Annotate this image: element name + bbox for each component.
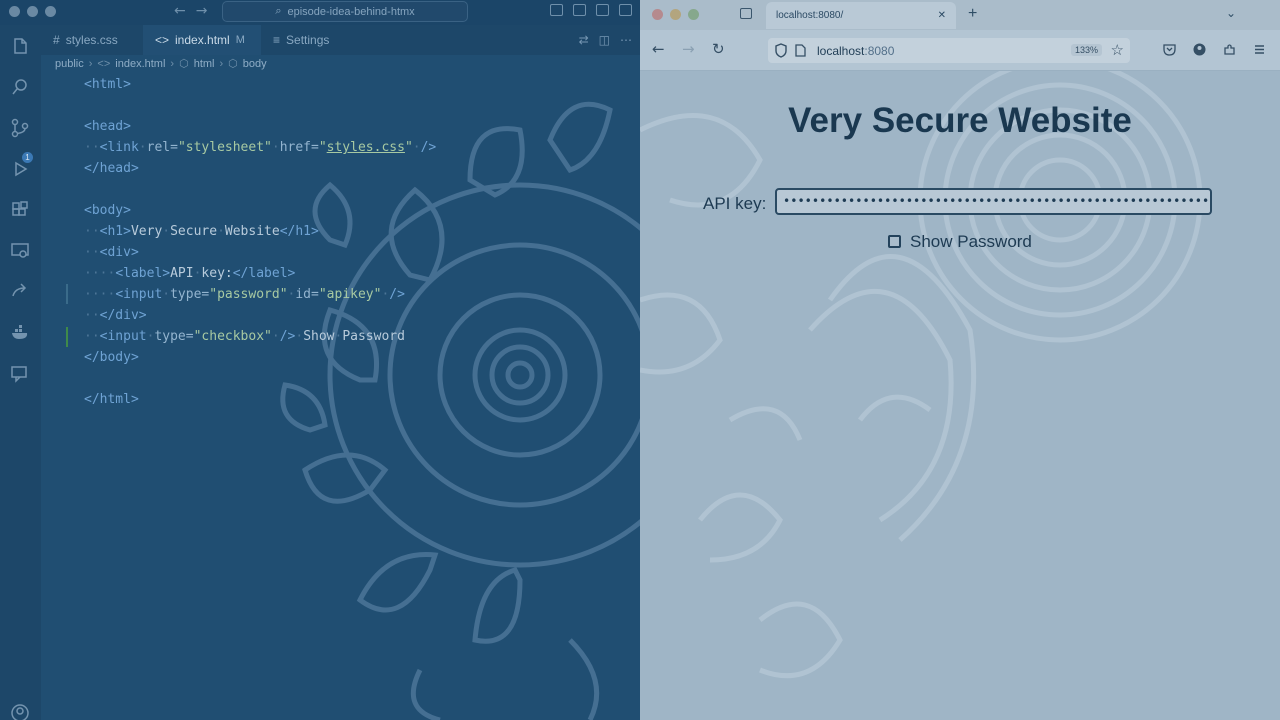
tab-label: styles.css (65, 33, 118, 47)
editor-actions: ⇄ ◫ ⋯ (579, 33, 632, 47)
html-file-icon: <> (97, 57, 111, 70)
url-host: localhost (817, 44, 865, 58)
api-key-password-input[interactable]: ••••••••••••••••••••••••••••••••••••••••… (775, 188, 1212, 215)
pocket-icon[interactable] (1163, 43, 1176, 56)
zoom-window-button[interactable] (45, 6, 56, 17)
history-nav[interactable]: ←→ (174, 3, 217, 19)
title-bar: ←→ ⌕ episode-idea-behind-htmx (0, 0, 640, 25)
run-debug-icon[interactable] (10, 159, 30, 179)
show-password-label: Show Password (910, 232, 1032, 251)
menu-icon[interactable] (1253, 43, 1266, 56)
editor-tabs: # styles.css <> index.html M ≡ Settings … (41, 25, 640, 55)
docker-icon[interactable] (10, 323, 30, 343)
split-editor-icon[interactable]: ◫ (599, 33, 610, 47)
window-controls[interactable] (9, 6, 56, 17)
chevron-right-icon: › (219, 57, 224, 70)
page-icon (795, 44, 806, 57)
browser-toolbar: ← → ↻ localhost:8080 133% ☆ (640, 30, 1280, 71)
remote-explorer-icon[interactable] (10, 241, 30, 261)
forward-button[interactable]: → (682, 42, 695, 57)
toggle-panel-icon[interactable] (573, 4, 586, 16)
tab-index-html[interactable]: <> index.html M (143, 25, 261, 55)
layout-controls (550, 4, 632, 16)
tab-styles-css[interactable]: # styles.css (41, 25, 143, 55)
account-icon[interactable] (10, 703, 30, 720)
gutter-change-marker (66, 284, 68, 304)
more-actions-icon[interactable]: ⋯ (620, 33, 632, 47)
breadcrumb-folder[interactable]: public (55, 58, 84, 70)
zoom-window-button[interactable] (688, 9, 699, 20)
reload-button[interactable]: ↻ (712, 42, 725, 57)
url-port: :8080 (864, 44, 895, 58)
close-window-button[interactable] (652, 9, 663, 20)
tab-overview-icon[interactable] (740, 8, 752, 19)
customize-layout-icon[interactable] (619, 4, 632, 16)
tab-label: index.html (175, 33, 230, 47)
settings-icon: ≡ (273, 33, 281, 47)
url-text: localhost:8080 (817, 44, 894, 58)
browser-tab[interactable]: localhost:8080/ ✕ (766, 2, 956, 29)
explorer-icon[interactable] (10, 36, 30, 56)
live-share-icon[interactable] (10, 282, 30, 302)
address-bar[interactable]: localhost:8080 133% ☆ (768, 38, 1130, 63)
shield-icon[interactable] (774, 43, 788, 58)
command-center-text: episode-idea-behind-htmx (287, 5, 415, 18)
breadcrumb-file[interactable]: index.html (115, 58, 165, 70)
profile-icon[interactable] (1193, 43, 1206, 56)
zoom-level[interactable]: 133% (1070, 44, 1102, 56)
activity-bar: 1 (0, 25, 41, 720)
web-page: Very Secure Website API key: •••••••••••… (640, 71, 1280, 720)
css-file-icon: # (53, 33, 60, 47)
minimize-window-button[interactable] (670, 9, 681, 20)
element-icon: ⬡ (228, 58, 238, 70)
search-icon[interactable] (10, 77, 30, 97)
page-heading: Very Secure Website (788, 101, 1132, 140)
tab-list-chevron-icon[interactable]: ⌄ (1226, 6, 1236, 20)
close-tab-icon[interactable]: ✕ (938, 10, 946, 21)
minimize-window-button[interactable] (27, 6, 38, 17)
chevron-right-icon: › (170, 57, 175, 70)
comments-icon[interactable] (10, 364, 30, 384)
browser-window: localhost:8080/ ✕ + ⌄ ← → ↻ localhost:80… (640, 0, 1280, 720)
toolbar-icons (1163, 43, 1266, 56)
breadcrumb-body[interactable]: body (243, 58, 267, 70)
command-center-search[interactable]: ⌕ episode-idea-behind-htmx (222, 1, 468, 22)
close-window-button[interactable] (9, 6, 20, 17)
password-mask: ••••••••••••••••••••••••••••••••••••••••… (783, 195, 1208, 207)
modified-indicator: M (235, 34, 245, 46)
source-control-icon[interactable] (10, 118, 30, 138)
browser-tab-strip: localhost:8080/ ✕ + ⌄ (640, 0, 1280, 30)
code-editor-window: ←→ ⌕ episode-idea-behind-htmx 1 # styles… (0, 0, 640, 720)
api-key-label: API key: (703, 194, 767, 213)
browser-tab-title: localhost:8080/ (776, 10, 844, 21)
back-button[interactable]: ← (652, 42, 665, 57)
breadcrumb-html[interactable]: html (194, 58, 215, 70)
chevron-right-icon: › (88, 57, 93, 70)
new-tab-button[interactable]: + (968, 5, 977, 23)
breadcrumb: public › <> index.html › ⬡ html › ⬡ body (55, 57, 267, 71)
code-editor[interactable]: <html> <head> ··<link·rel="stylesheet"·hre… (84, 74, 436, 410)
bookmark-star-icon[interactable]: ☆ (1111, 41, 1124, 59)
window-controls[interactable] (652, 9, 699, 20)
element-icon: ⬡ (179, 58, 189, 70)
gutter-add-marker (66, 327, 68, 347)
html-file-icon: <> (155, 33, 170, 47)
toggle-secondary-sidebar-icon[interactable] (596, 4, 609, 16)
search-icon: ⌕ (275, 5, 282, 17)
tab-settings[interactable]: ≡ Settings (261, 25, 361, 55)
show-password-checkbox[interactable] (888, 235, 901, 248)
tab-label: Settings (286, 33, 330, 47)
extensions-icon[interactable] (10, 200, 30, 220)
extensions-icon[interactable] (1223, 43, 1236, 56)
open-changes-icon[interactable]: ⇄ (579, 33, 589, 47)
toggle-sidebar-icon[interactable] (550, 4, 563, 16)
